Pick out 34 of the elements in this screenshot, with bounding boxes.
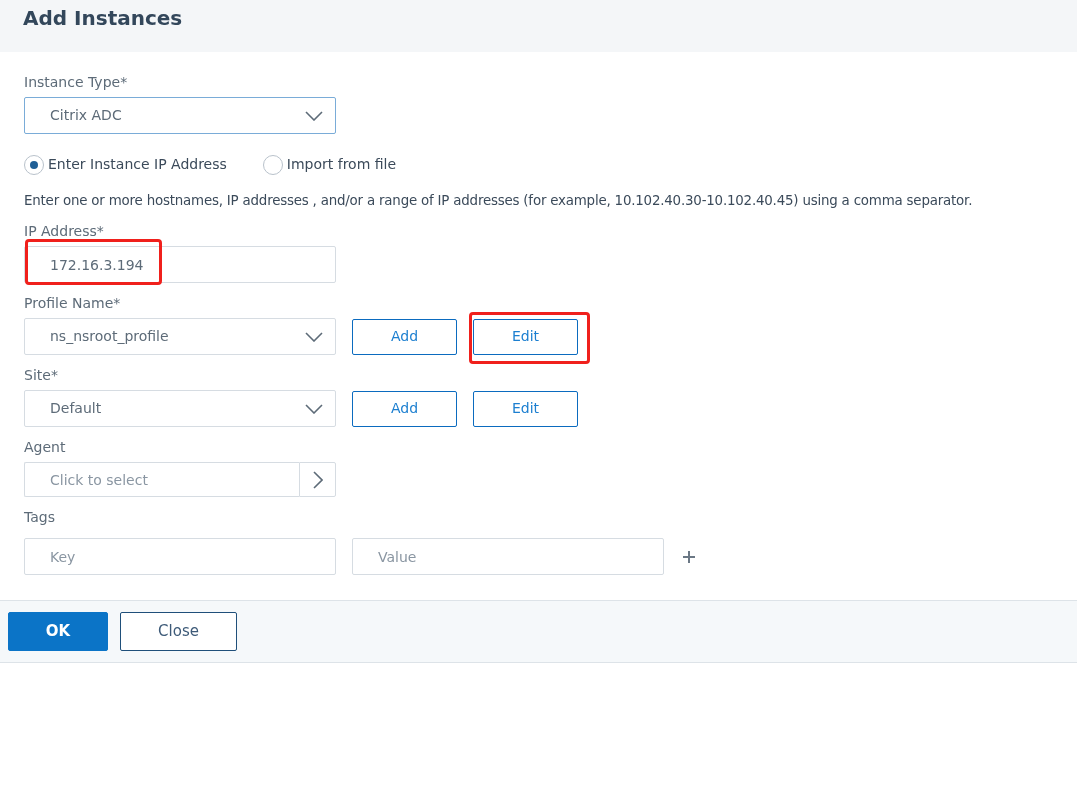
chevron-right-icon [312, 470, 323, 489]
field-label: Agent [24, 438, 67, 458]
radio-option[interactable]: Enter Instance IP Address [24, 154, 227, 175]
outline-button[interactable]: Add [352, 318, 457, 355]
select-field[interactable]: Click to select [24, 462, 299, 498]
dialog-title: Add Instances [23, 6, 184, 30]
help-text: Enter one or more hostnames, IP addresses , and/or a range of IP addresses (for example, 10.102.40.30-10.102.40.45) using a comma separator. [24, 192, 974, 210]
dropdown-field[interactable]: Citrix ADC [24, 97, 336, 134]
radio-button[interactable] [24, 154, 44, 175]
dropdown-value: Citrix ADC [50, 106, 123, 125]
chevron-right-button[interactable] [299, 462, 336, 498]
dropdown-field[interactable]: ns_nsroot_profile [24, 318, 336, 356]
chevron-down-icon [305, 331, 323, 342]
dropdown-field[interactable]: Default [24, 390, 336, 428]
outline-button[interactable]: Add [352, 390, 457, 427]
plus-icon[interactable] [682, 549, 696, 564]
radio-button[interactable] [262, 154, 283, 175]
ok-button[interactable]: OK [8, 612, 108, 652]
radio-option[interactable]: Import from file [262, 154, 397, 175]
outline-button[interactable]: Edit [473, 318, 578, 355]
dropdown-value: ns_nsroot_profile [50, 327, 170, 347]
text-field[interactable]: Key [24, 538, 336, 576]
text-field[interactable]: 172.16.3.194 [24, 246, 336, 284]
outline-button[interactable]: Edit [473, 390, 578, 427]
field-label: Profile Name* [24, 294, 122, 314]
field-label: IP Address* [24, 222, 105, 242]
chevron-down-icon [305, 110, 323, 121]
field-label: Instance Type* [24, 73, 129, 92]
close-button[interactable]: Close [120, 612, 237, 652]
chevron-down-icon [305, 403, 323, 414]
dropdown-value: Default [50, 399, 103, 419]
field-label: Site* [24, 366, 59, 386]
field-label: Tags [24, 508, 56, 528]
text-field[interactable]: Value [352, 538, 664, 576]
